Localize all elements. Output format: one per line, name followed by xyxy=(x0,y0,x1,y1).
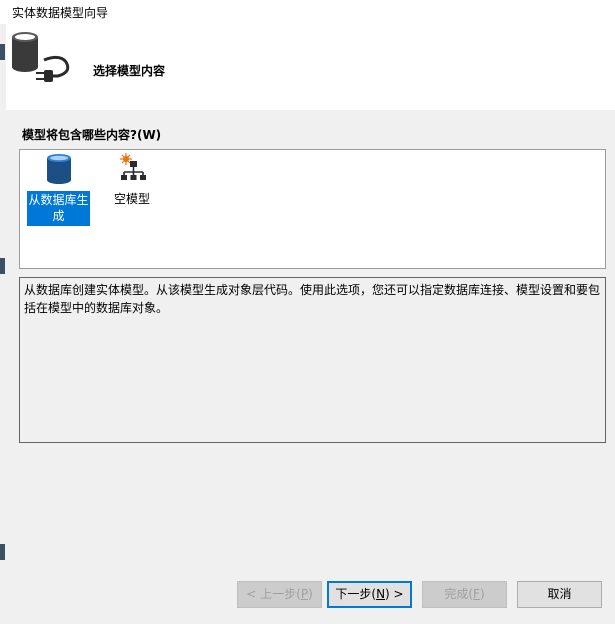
description-text: 从数据库创建实体模型。从该模型生成对象层代码。使用此选项，您还可以指定数据库连接… xyxy=(24,283,601,315)
title-bar: 实体数据模型向导 xyxy=(0,0,615,24)
finish-button-suffix: ) xyxy=(479,587,485,601)
option-empty-model[interactable]: 空模型 xyxy=(106,153,158,207)
database-connect-icon xyxy=(8,30,72,95)
finish-button-accesskey: F xyxy=(473,587,480,601)
back-button-label: < 上一步( xyxy=(246,587,301,601)
window-edge xyxy=(0,24,6,624)
back-button-accesskey: P xyxy=(300,587,309,601)
window-title: 实体数据模型向导 xyxy=(12,6,109,20)
next-button-accesskey: N xyxy=(376,587,386,601)
next-button-label: 下一步( xyxy=(335,587,377,601)
edge-mark xyxy=(0,544,5,560)
page-heading: 选择模型内容 xyxy=(93,64,166,78)
back-button-suffix: ) xyxy=(308,587,313,601)
content-prompt: 模型将包含哪些内容?(W) xyxy=(22,128,162,142)
model-content-list[interactable]: 从数据库生成 空模型 xyxy=(19,149,606,269)
back-button[interactable]: < 上一步(P) xyxy=(237,581,322,608)
option-description: 从数据库创建实体模型。从该模型生成对象层代码。使用此选项，您还可以指定数据库连接… xyxy=(19,277,606,443)
cancel-button[interactable]: 取消 xyxy=(517,581,602,608)
next-button[interactable]: 下一步(N) > xyxy=(327,581,412,608)
edge-mark xyxy=(0,44,5,60)
cancel-button-label: 取消 xyxy=(547,587,572,601)
option-label: 从数据库生成 xyxy=(27,191,90,226)
wizard-header: 选择模型内容 xyxy=(6,24,615,110)
database-icon xyxy=(27,153,90,189)
finish-button-label: 完成( xyxy=(444,587,474,601)
empty-model-icon xyxy=(106,153,158,189)
edge-mark xyxy=(0,258,5,274)
finish-button[interactable]: 完成(F) xyxy=(422,581,507,608)
option-generate-from-database[interactable]: 从数据库生成 xyxy=(27,153,90,226)
option-label: 空模型 xyxy=(113,192,150,206)
next-button-suffix: ) > xyxy=(385,587,404,601)
